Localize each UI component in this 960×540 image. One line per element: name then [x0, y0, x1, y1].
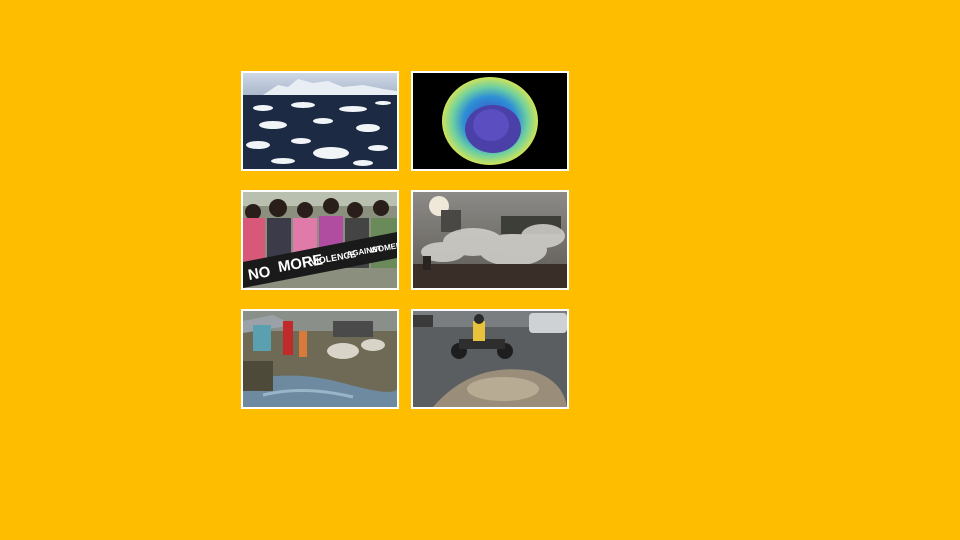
ozone-hole-photo — [411, 71, 569, 171]
damaged-road-photo — [411, 309, 569, 409]
protest-image: NO MORE VIOLENCE AGAINST WOMEN — [243, 192, 397, 288]
protest-photo: NO MORE VIOLENCE AGAINST WOMEN — [241, 190, 399, 290]
polluted-slum-photo — [241, 309, 399, 409]
ozone-image — [413, 73, 567, 169]
sea-ice-image — [243, 73, 397, 169]
sea-ice-photo — [241, 71, 399, 171]
burning-waste-photo — [411, 190, 569, 290]
smoke-image — [413, 192, 567, 288]
slum-image — [243, 311, 397, 407]
road-image — [413, 311, 567, 407]
slide: { "slide": { "background": "#FFBD00", "i… — [0, 0, 960, 540]
